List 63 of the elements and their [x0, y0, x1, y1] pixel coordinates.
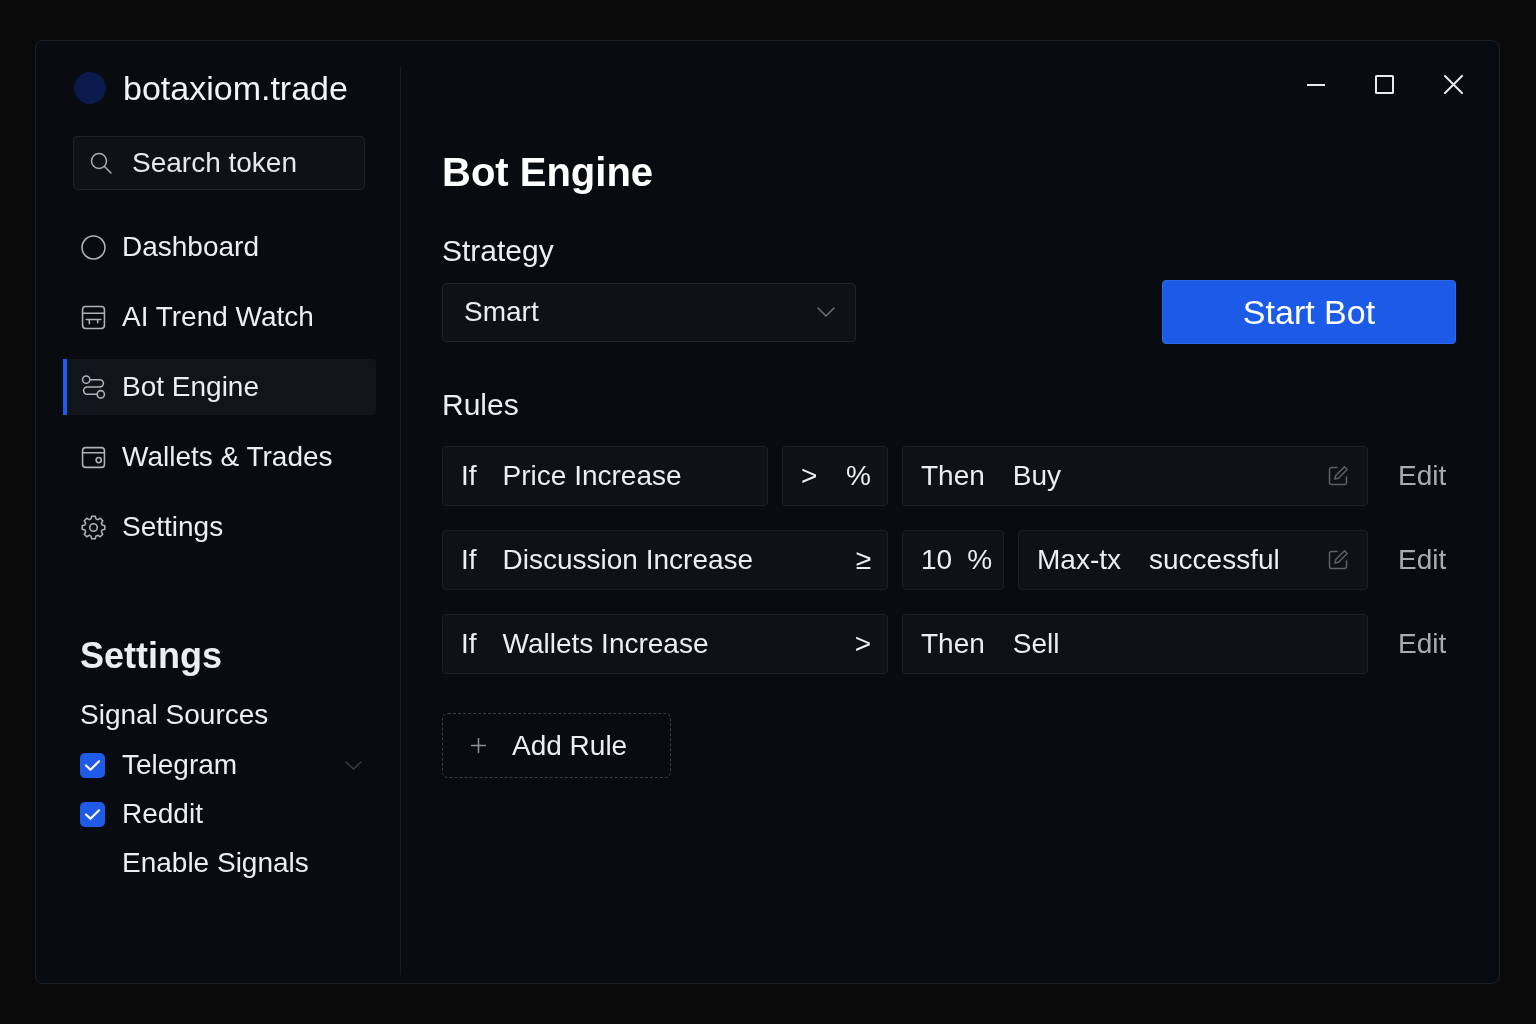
maximize-icon[interactable]	[1375, 75, 1394, 94]
logo-icon	[74, 72, 106, 104]
chevron-down-icon	[817, 307, 835, 317]
settings-icon	[81, 514, 106, 540]
rule-text: If	[461, 543, 477, 577]
rule-text: ≥	[855, 543, 871, 577]
rule-text: >	[801, 459, 818, 493]
section-heading: Settings	[80, 634, 223, 678]
edit-link[interactable]: Edit	[1382, 614, 1456, 674]
rule-text: Buy	[1012, 459, 1062, 493]
checkbox-label: Reddit	[122, 797, 203, 831]
rule-text: 10	[921, 543, 953, 577]
brand-name: botaxiom.trade	[123, 68, 348, 108]
plus-icon	[471, 738, 486, 753]
search-field[interactable]: Search token	[73, 136, 365, 190]
add-rule-button[interactable]: Add Rule	[442, 713, 671, 778]
rule-text: Discussion Increase	[502, 543, 754, 577]
subsection-label: Signal Sources	[80, 698, 270, 732]
rule-text: Price Increase	[502, 459, 682, 493]
action-field[interactable]: Then Sell	[902, 614, 1368, 674]
minimize-icon[interactable]	[1307, 83, 1325, 86]
start-bot-button[interactable]: Start Bot	[1162, 280, 1456, 344]
rule-text: If	[461, 627, 477, 661]
value-field[interactable]: 10 %	[902, 530, 1004, 590]
field-label: Strategy	[442, 233, 555, 269]
strategy-select[interactable]: Smart	[442, 282, 856, 342]
nav-item[interactable]: Wallets & Trades	[63, 429, 376, 485]
page-title: Bot Engine	[442, 149, 655, 196]
nav-item[interactable]: Settings	[63, 499, 376, 555]
edit-link[interactable]: Edit	[1382, 446, 1456, 506]
nav-item[interactable]: Dashboard	[63, 219, 376, 275]
checkbox[interactable]	[80, 752, 105, 778]
rule-text: Then	[921, 627, 985, 661]
action-field[interactable]: Then Buy	[902, 446, 1368, 506]
edit-icon[interactable]	[1327, 549, 1349, 571]
rule-text: If	[461, 459, 477, 493]
rule-text: Wallets Increase	[502, 627, 709, 661]
rule-text: %	[846, 459, 871, 493]
rule-text: %	[967, 543, 993, 577]
checkbox[interactable]	[80, 801, 105, 827]
option-label: Enable Signals	[122, 846, 310, 880]
rule-text: Then	[921, 459, 985, 493]
nav-item[interactable]: Bot Engine	[63, 359, 376, 415]
edit-icon[interactable]	[1327, 465, 1349, 487]
search-icon	[90, 152, 112, 174]
section-label: Rules	[442, 387, 520, 423]
wallet-icon	[81, 444, 106, 470]
rule-text: >	[854, 627, 871, 661]
circle-icon	[81, 234, 106, 260]
edit-link[interactable]: Edit	[1382, 530, 1456, 590]
checkbox-label: Telegram	[122, 748, 238, 782]
rule-text: successful	[1149, 543, 1280, 577]
action-field[interactable]: Max-tx successful	[1018, 530, 1368, 590]
rule-text: Sell	[1012, 627, 1060, 661]
condition-field[interactable]: If Discussion Increase ≥	[442, 530, 888, 590]
nav-item[interactable]: AI Trend Watch	[63, 289, 376, 345]
condition-field[interactable]: If Price Increase	[442, 446, 768, 506]
flow-icon	[81, 374, 106, 400]
card-icon	[81, 304, 106, 330]
close-icon[interactable]	[1444, 75, 1463, 94]
condition-field[interactable]: If Wallets Increase >	[442, 614, 888, 674]
operator-field[interactable]: > %	[782, 446, 888, 506]
rule-text: Max-tx	[1037, 543, 1121, 577]
